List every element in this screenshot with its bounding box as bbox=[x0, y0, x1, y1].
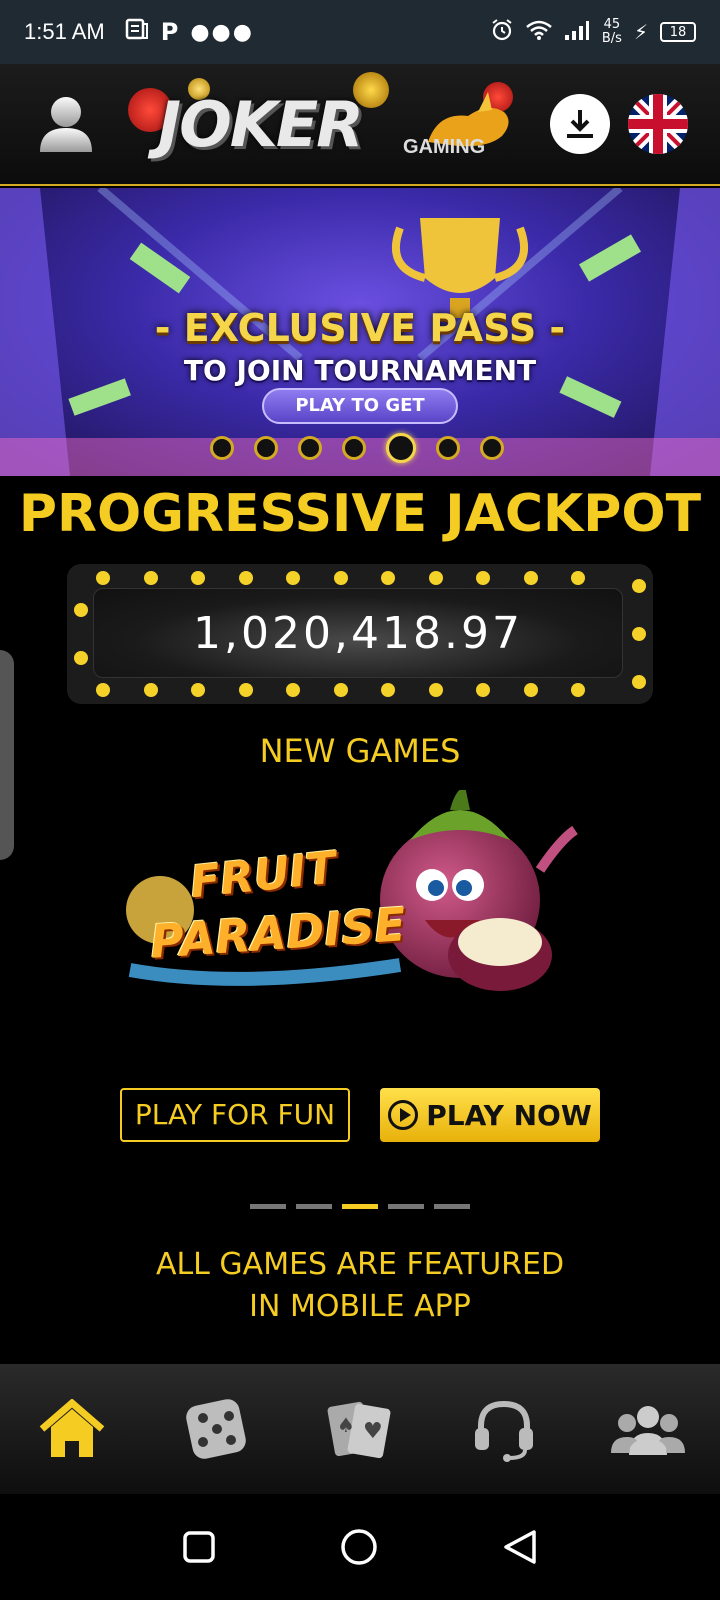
featured-line2: IN MOBILE APP bbox=[249, 1289, 471, 1324]
banner-dot[interactable] bbox=[436, 436, 460, 460]
marquee-bulb bbox=[632, 675, 646, 689]
pager-bar[interactable] bbox=[250, 1204, 286, 1209]
play-for-fun-button[interactable]: PLAY FOR FUN bbox=[120, 1088, 350, 1142]
marquee-bulb bbox=[143, 683, 158, 697]
svg-text:♥: ♥ bbox=[363, 1419, 383, 1444]
banner-dot[interactable] bbox=[298, 436, 322, 460]
nav-cards[interactable]: ♥ ♠ bbox=[320, 1389, 400, 1469]
avatar-icon[interactable] bbox=[36, 92, 96, 156]
featured-line1: ALL GAMES ARE FEATURED bbox=[155, 1247, 565, 1282]
jackpot-display: 1,020,418.97 bbox=[93, 588, 623, 678]
marquee-bulb bbox=[523, 571, 538, 585]
marquee-bulb bbox=[143, 571, 158, 585]
banner-dot[interactable] bbox=[480, 436, 504, 460]
news-icon bbox=[125, 18, 149, 46]
back-button[interactable] bbox=[502, 1528, 538, 1566]
jackpot-title: PROGRESSIVE JACKPOT bbox=[18, 484, 702, 544]
bottom-navigation: ♥ ♠ bbox=[0, 1364, 720, 1494]
nav-home[interactable] bbox=[32, 1389, 112, 1469]
network-speed: 45 B/s bbox=[601, 17, 622, 46]
pager-bar-active[interactable] bbox=[342, 1204, 378, 1209]
marquee-bulb bbox=[286, 683, 300, 697]
marquee-bulb bbox=[381, 571, 395, 585]
play-icon bbox=[388, 1100, 419, 1130]
fruit-paradise-game-art[interactable]: FRUIT PARADISE bbox=[120, 786, 600, 1020]
banner-title: - EXCLUSIVE PASS - bbox=[154, 306, 566, 350]
cards-icon: ♥♠ bbox=[327, 1401, 391, 1459]
back-triangle-icon bbox=[504, 1530, 537, 1564]
nav-games[interactable] bbox=[176, 1389, 256, 1469]
marquee-bulb bbox=[476, 571, 490, 585]
pager-bar[interactable] bbox=[296, 1204, 332, 1209]
marquee-bulb bbox=[191, 683, 205, 697]
banner-dot[interactable] bbox=[210, 436, 234, 460]
new-games-title: NEW GAMES bbox=[259, 732, 461, 770]
home-system-button[interactable] bbox=[339, 1527, 379, 1567]
download-icon bbox=[567, 110, 593, 138]
home-icon bbox=[39, 1399, 105, 1457]
banner-subtitle: TO JOIN TOURNAMENT bbox=[183, 354, 537, 387]
nav-community[interactable] bbox=[608, 1389, 688, 1469]
banner-dot[interactable] bbox=[254, 436, 278, 460]
marquee-bulb bbox=[191, 571, 205, 585]
pager-bar[interactable] bbox=[434, 1204, 470, 1209]
app-header: JOKER GAMING bbox=[0, 64, 720, 186]
marquee-bulb bbox=[238, 571, 253, 585]
system-navigation-bar bbox=[0, 1494, 720, 1600]
play-now-button[interactable]: PLAY NOW bbox=[380, 1088, 600, 1142]
marquee-bulb bbox=[96, 683, 110, 697]
nav-support[interactable] bbox=[464, 1389, 544, 1469]
play-now-label: PLAY NOW bbox=[426, 1098, 592, 1132]
banner-dot-active[interactable] bbox=[386, 433, 416, 463]
status-time: 1:51 AM bbox=[24, 19, 105, 44]
trophy-icon bbox=[392, 218, 528, 318]
support-headset-icon bbox=[475, 1400, 533, 1462]
square-icon bbox=[182, 1531, 215, 1563]
marquee-bulb bbox=[428, 571, 443, 585]
marquee-bulb bbox=[571, 571, 585, 585]
promo-banner[interactable]: - EXCLUSIVE PASS - TO JOIN TOURNAMENT PL… bbox=[0, 188, 720, 476]
signal-icon bbox=[564, 20, 590, 44]
play-to-get-button[interactable]: PLAY TO GET bbox=[262, 388, 458, 424]
marquee-bulb bbox=[428, 683, 443, 697]
alarm-icon bbox=[490, 18, 514, 46]
uk-flag-icon[interactable] bbox=[628, 94, 688, 154]
community-icon bbox=[611, 1406, 685, 1455]
battery-indicator: 18 bbox=[660, 22, 696, 42]
marquee-bulb bbox=[476, 683, 490, 697]
jackpot-frame: 1,020,418.97 bbox=[67, 564, 653, 704]
marquee-bulb bbox=[96, 571, 110, 585]
circle-icon bbox=[341, 1529, 377, 1565]
jackpot-value: 1,020,418.97 bbox=[193, 607, 523, 659]
banner-dot[interactable] bbox=[342, 436, 366, 460]
svg-text:♠: ♠ bbox=[337, 1413, 355, 1437]
marquee-bulb bbox=[632, 627, 646, 641]
charging-icon: ⚡ bbox=[633, 20, 648, 44]
marquee-bulb bbox=[286, 571, 300, 585]
banner-pagination bbox=[210, 433, 504, 463]
featured-text: ALL GAMES ARE FEATURED IN MOBILE APP bbox=[0, 1244, 720, 1328]
recent-apps-button[interactable] bbox=[182, 1530, 216, 1564]
marquee-bulb bbox=[333, 683, 348, 697]
pager-bar[interactable] bbox=[388, 1204, 424, 1209]
marquee-bulb bbox=[74, 651, 88, 665]
joker-gaming-logo: JOKER GAMING bbox=[128, 72, 528, 168]
marquee-bulb bbox=[523, 683, 538, 697]
marquee-bulb bbox=[632, 579, 646, 593]
p-icon: P bbox=[160, 18, 179, 46]
marquee-bulb bbox=[333, 571, 348, 585]
marquee-bulb bbox=[571, 683, 585, 697]
download-button[interactable] bbox=[550, 94, 610, 154]
marquee-bulb bbox=[381, 683, 395, 697]
marquee-bulb bbox=[238, 683, 253, 697]
dice-icon bbox=[186, 1399, 246, 1459]
game-pagination bbox=[250, 1204, 470, 1209]
status-bar: 1:51 AM P ●●● 45 B/s ⚡ 18 bbox=[0, 0, 720, 64]
more-dots-icon: ●●● bbox=[190, 19, 254, 45]
wifi-icon bbox=[526, 20, 552, 44]
marquee-bulb bbox=[74, 603, 88, 617]
